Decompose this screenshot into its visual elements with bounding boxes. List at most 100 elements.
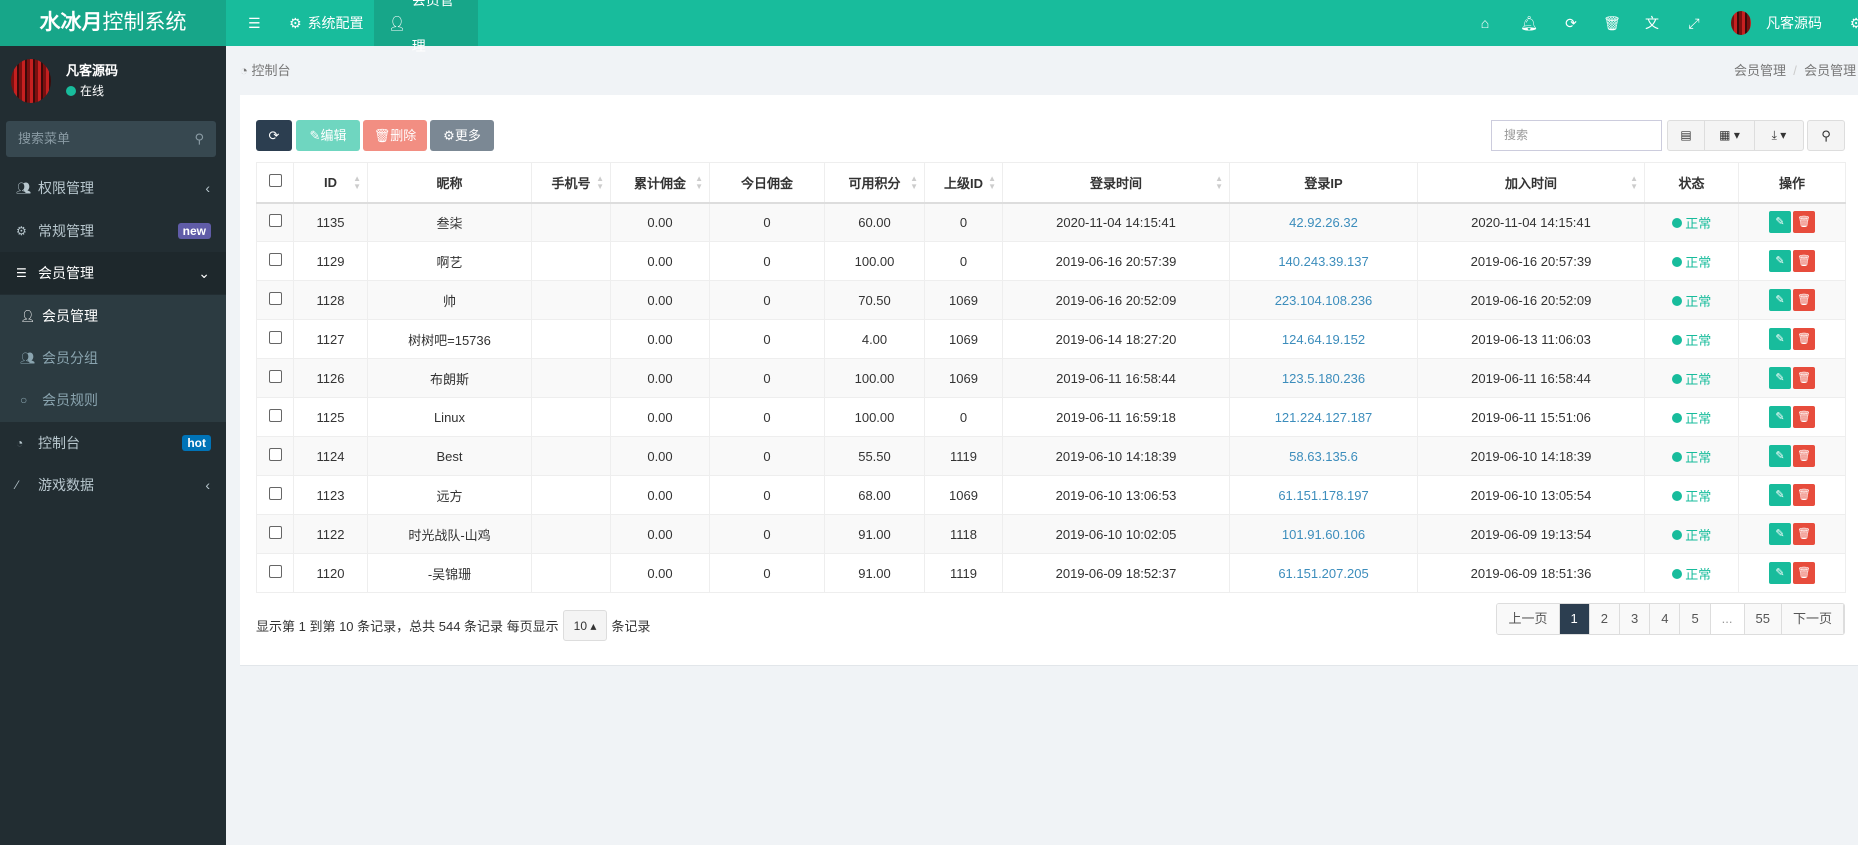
login-ip-cell[interactable]: 42.92.26.32 bbox=[1229, 202, 1418, 242]
row-checkbox[interactable] bbox=[268, 526, 282, 539]
sidebar-item-game-data[interactable]: ⁄ 游戏数据 ‹ bbox=[0, 464, 226, 506]
login-ip-cell[interactable]: 58.63.135.6 bbox=[1229, 436, 1418, 476]
edit-row-button[interactable]: ✎ bbox=[1769, 328, 1791, 350]
login-ip-cell[interactable]: 61.151.178.197 bbox=[1229, 475, 1418, 515]
select-all-checkbox[interactable] bbox=[256, 162, 294, 204]
page-size-dropdown[interactable]: 10 ▴ bbox=[562, 610, 608, 641]
page-button[interactable]: 55 bbox=[1744, 604, 1782, 634]
edit-row-button[interactable]: ✎ bbox=[1769, 523, 1791, 545]
row-select[interactable] bbox=[256, 202, 294, 242]
trash-icon[interactable]: 🗑︎ bbox=[1600, 0, 1624, 46]
delete-row-button[interactable]: 🗑︎ bbox=[1793, 445, 1815, 467]
card-view-icon[interactable]: ▤ bbox=[1668, 121, 1705, 150]
delete-row-button[interactable]: 🗑︎ bbox=[1793, 250, 1815, 272]
column-header[interactable]: 手机号 ▲ ▼ bbox=[531, 162, 611, 204]
row-checkbox[interactable] bbox=[268, 292, 282, 305]
column-header[interactable]: 累计佣金 ▲ ▼ bbox=[610, 162, 710, 204]
table-row[interactable]: 1120 -吴锦珊 0.00 0 91.00 1119 2019-06-09 18:52:3… bbox=[256, 553, 1846, 593]
prev-page-button[interactable]: 上一页 bbox=[1497, 604, 1560, 634]
tab-system-config[interactable]: ⚙ 系统配置 bbox=[275, 0, 378, 46]
page-button[interactable]: 1 bbox=[1559, 604, 1590, 634]
row-select[interactable] bbox=[256, 475, 294, 515]
login-ip-cell[interactable]: 101.91.60.106 bbox=[1229, 514, 1418, 554]
sidebar-subitem-member-rules[interactable]: ○ 会员规则 bbox=[0, 379, 226, 421]
column-header[interactable]: ID ▲ ▼ bbox=[293, 162, 368, 204]
table-row[interactable]: 1124 Best 0.00 0 55.50 1119 2019-06-10 14:18:3… bbox=[256, 436, 1846, 476]
refresh-button[interactable]: ⟳ bbox=[256, 120, 292, 151]
delete-row-button[interactable]: 🗑︎ bbox=[1793, 289, 1815, 311]
export-dropdown-icon[interactable]: ⤓ ▾ bbox=[1755, 121, 1803, 150]
row-select[interactable] bbox=[256, 319, 294, 359]
translate-icon[interactable]: 文 bbox=[1640, 0, 1664, 46]
login-ip-cell[interactable]: 223.104.108.236 bbox=[1229, 280, 1418, 320]
table-search-input[interactable]: 搜索 bbox=[1491, 120, 1662, 151]
sort-icon[interactable]: ▲ ▼ bbox=[596, 175, 604, 191]
delete-row-button[interactable]: 🗑︎ bbox=[1793, 367, 1815, 389]
sort-icon[interactable]: ▲ ▼ bbox=[910, 175, 918, 191]
sort-icon[interactable]: ▲ ▼ bbox=[1215, 175, 1223, 191]
login-ip-cell[interactable]: 140.243.39.137 bbox=[1229, 241, 1418, 281]
row-checkbox[interactable] bbox=[268, 565, 282, 578]
page-button[interactable]: 3 bbox=[1619, 604, 1651, 634]
edit-row-button[interactable]: ✎ bbox=[1769, 289, 1791, 311]
table-row[interactable]: 1125 Linux 0.00 0 100.00 0 2019-06-11 16:59:18… bbox=[256, 397, 1846, 437]
row-checkbox[interactable] bbox=[268, 253, 282, 266]
bell-icon[interactable]: 🔔︎ bbox=[1517, 0, 1541, 46]
row-select[interactable] bbox=[256, 514, 294, 554]
delete-row-button[interactable]: 🗑︎ bbox=[1793, 484, 1815, 506]
tab-member-management[interactable]: 👤︎ 会员管理 bbox=[374, 0, 478, 54]
row-select[interactable] bbox=[256, 241, 294, 281]
sort-icon[interactable]: ▲ ▼ bbox=[695, 175, 703, 191]
column-header[interactable]: 上级ID ▲ ▼ bbox=[924, 162, 1003, 204]
page-button[interactable]: 2 bbox=[1589, 604, 1620, 634]
table-row[interactable]: 1129 啊艺 0.00 0 100.00 0 2019-06-16 20:57:39 140… bbox=[256, 241, 1846, 281]
edit-row-button[interactable]: ✎ bbox=[1769, 367, 1791, 389]
advanced-search-button[interactable]: ⚲ bbox=[1807, 120, 1845, 151]
menu-search-input[interactable]: 搜索菜单 ⚲ bbox=[6, 121, 216, 157]
sort-icon[interactable]: ▲ ▼ bbox=[1630, 175, 1638, 191]
table-row[interactable]: 1123 远方 0.00 0 68.00 1069 2019-06-10 13:06:53 6… bbox=[256, 475, 1846, 515]
columns-dropdown-icon[interactable]: ▦ ▾ bbox=[1705, 121, 1755, 150]
column-header[interactable]: 加入时间 ▲ ▼ bbox=[1417, 162, 1645, 204]
edit-row-button[interactable]: ✎ bbox=[1769, 211, 1791, 234]
login-ip-cell[interactable]: 61.151.207.205 bbox=[1229, 553, 1418, 593]
app-logo[interactable]: 水冰月控制系统 bbox=[0, 0, 226, 46]
column-header[interactable]: 登录时间 ▲ ▼ bbox=[1002, 162, 1230, 204]
avatar[interactable] bbox=[1731, 11, 1751, 35]
edit-row-button[interactable]: ✎ bbox=[1769, 406, 1791, 428]
table-row[interactable]: 1126 布朗斯 0.00 0 100.00 1069 2019-06-11 16:58:4… bbox=[256, 358, 1846, 398]
sidebar-item-dashboard[interactable]: ◔ 控制台 hot bbox=[0, 422, 226, 464]
sidebar-item-members[interactable]: ☰ 会员管理 ⌄ bbox=[0, 252, 226, 294]
login-ip-cell[interactable]: 123.5.180.236 bbox=[1229, 358, 1418, 398]
edit-row-button[interactable]: ✎ bbox=[1769, 250, 1791, 272]
user-menu[interactable]: 凡客源码 bbox=[1752, 0, 1836, 46]
page-button[interactable]: 5 bbox=[1680, 604, 1711, 634]
fullscreen-icon[interactable]: ⤢ bbox=[1682, 0, 1706, 46]
login-ip-cell[interactable]: 124.64.19.152 bbox=[1229, 319, 1418, 359]
edit-row-button[interactable]: ✎ bbox=[1769, 484, 1791, 506]
row-select[interactable] bbox=[256, 280, 294, 320]
breadcrumb-item[interactable]: 会员管理 bbox=[1734, 63, 1786, 78]
row-select[interactable] bbox=[256, 436, 294, 476]
sort-icon[interactable]: ▲ ▼ bbox=[353, 175, 361, 191]
delete-row-button[interactable]: 🗑︎ bbox=[1793, 328, 1815, 350]
delete-row-button[interactable]: 🗑︎ bbox=[1793, 406, 1815, 428]
settings-gear-icon[interactable]: ⚙ bbox=[1844, 0, 1858, 46]
delete-button[interactable]: 🗑︎删除 bbox=[363, 120, 427, 151]
row-select[interactable] bbox=[256, 553, 294, 593]
table-row[interactable]: 1127 树树吧=15736 0.00 0 4.00 1069 2019-06-14 18:… bbox=[256, 319, 1846, 359]
row-checkbox[interactable] bbox=[268, 331, 282, 344]
row-checkbox[interactable] bbox=[268, 448, 282, 461]
sidebar-toggle-button[interactable]: ☰ bbox=[234, 0, 275, 46]
delete-row-button[interactable]: 🗑︎ bbox=[1793, 523, 1815, 545]
delete-row-button[interactable]: 🗑︎ bbox=[1793, 562, 1815, 584]
next-page-button[interactable]: 下一页 bbox=[1781, 604, 1844, 634]
row-checkbox[interactable] bbox=[268, 487, 282, 500]
home-icon[interactable]: ⌂ bbox=[1473, 0, 1497, 46]
edit-row-button[interactable]: ✎ bbox=[1769, 445, 1791, 467]
sidebar-subitem-member-groups[interactable]: 👥︎ 会员分组 bbox=[0, 337, 226, 379]
table-row[interactable]: 1128 帅 0.00 0 70.50 1069 2019-06-16 20:52:09 22… bbox=[256, 280, 1846, 320]
row-checkbox[interactable] bbox=[268, 214, 282, 228]
edit-button[interactable]: ✎编辑 bbox=[296, 120, 360, 151]
edit-row-button[interactable]: ✎ bbox=[1769, 562, 1791, 584]
